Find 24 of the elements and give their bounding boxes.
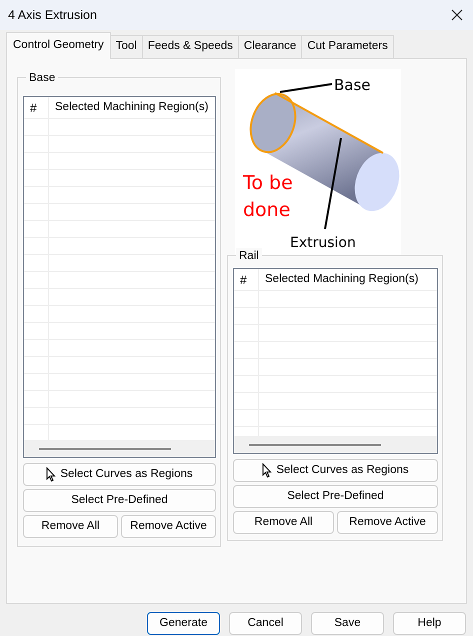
close-icon[interactable] [451,9,463,21]
tab[interactable]: Cut Parameters [301,34,394,58]
remove-all-button[interactable]: Remove All [23,515,118,538]
remove-active-button[interactable]: Remove Active [337,511,438,534]
column-header: # [24,97,49,118]
column-header: Selected Machining Region(s) [54,100,208,115]
dialog-button[interactable]: Cancel [229,612,302,635]
select-curves-button[interactable]: Select Curves as Regions [233,459,438,482]
select-predefined-button[interactable]: Select Pre-Defined [233,485,438,508]
column-header: # [234,269,259,290]
select-curves-button[interactable]: Select Curves as Regions [23,463,216,486]
dialog-button[interactable]: Generate [147,612,220,635]
dialog-button[interactable]: Help [393,612,466,635]
remove-all-button[interactable]: Remove All [233,511,334,534]
window-title: 4 Axis Extrusion [8,6,97,24]
scrollbar[interactable] [24,440,215,457]
cursor-icon [262,463,272,478]
remove-active-button[interactable]: Remove Active [121,515,216,538]
cursor-icon [46,467,56,482]
select-predefined-button[interactable]: Select Pre-Defined [23,489,216,512]
scrollbar[interactable] [234,436,437,453]
column-header: Selected Machining Region(s) [264,272,418,287]
tab[interactable]: Control Geometry [6,32,111,59]
dialog-button[interactable]: Save [311,612,384,635]
